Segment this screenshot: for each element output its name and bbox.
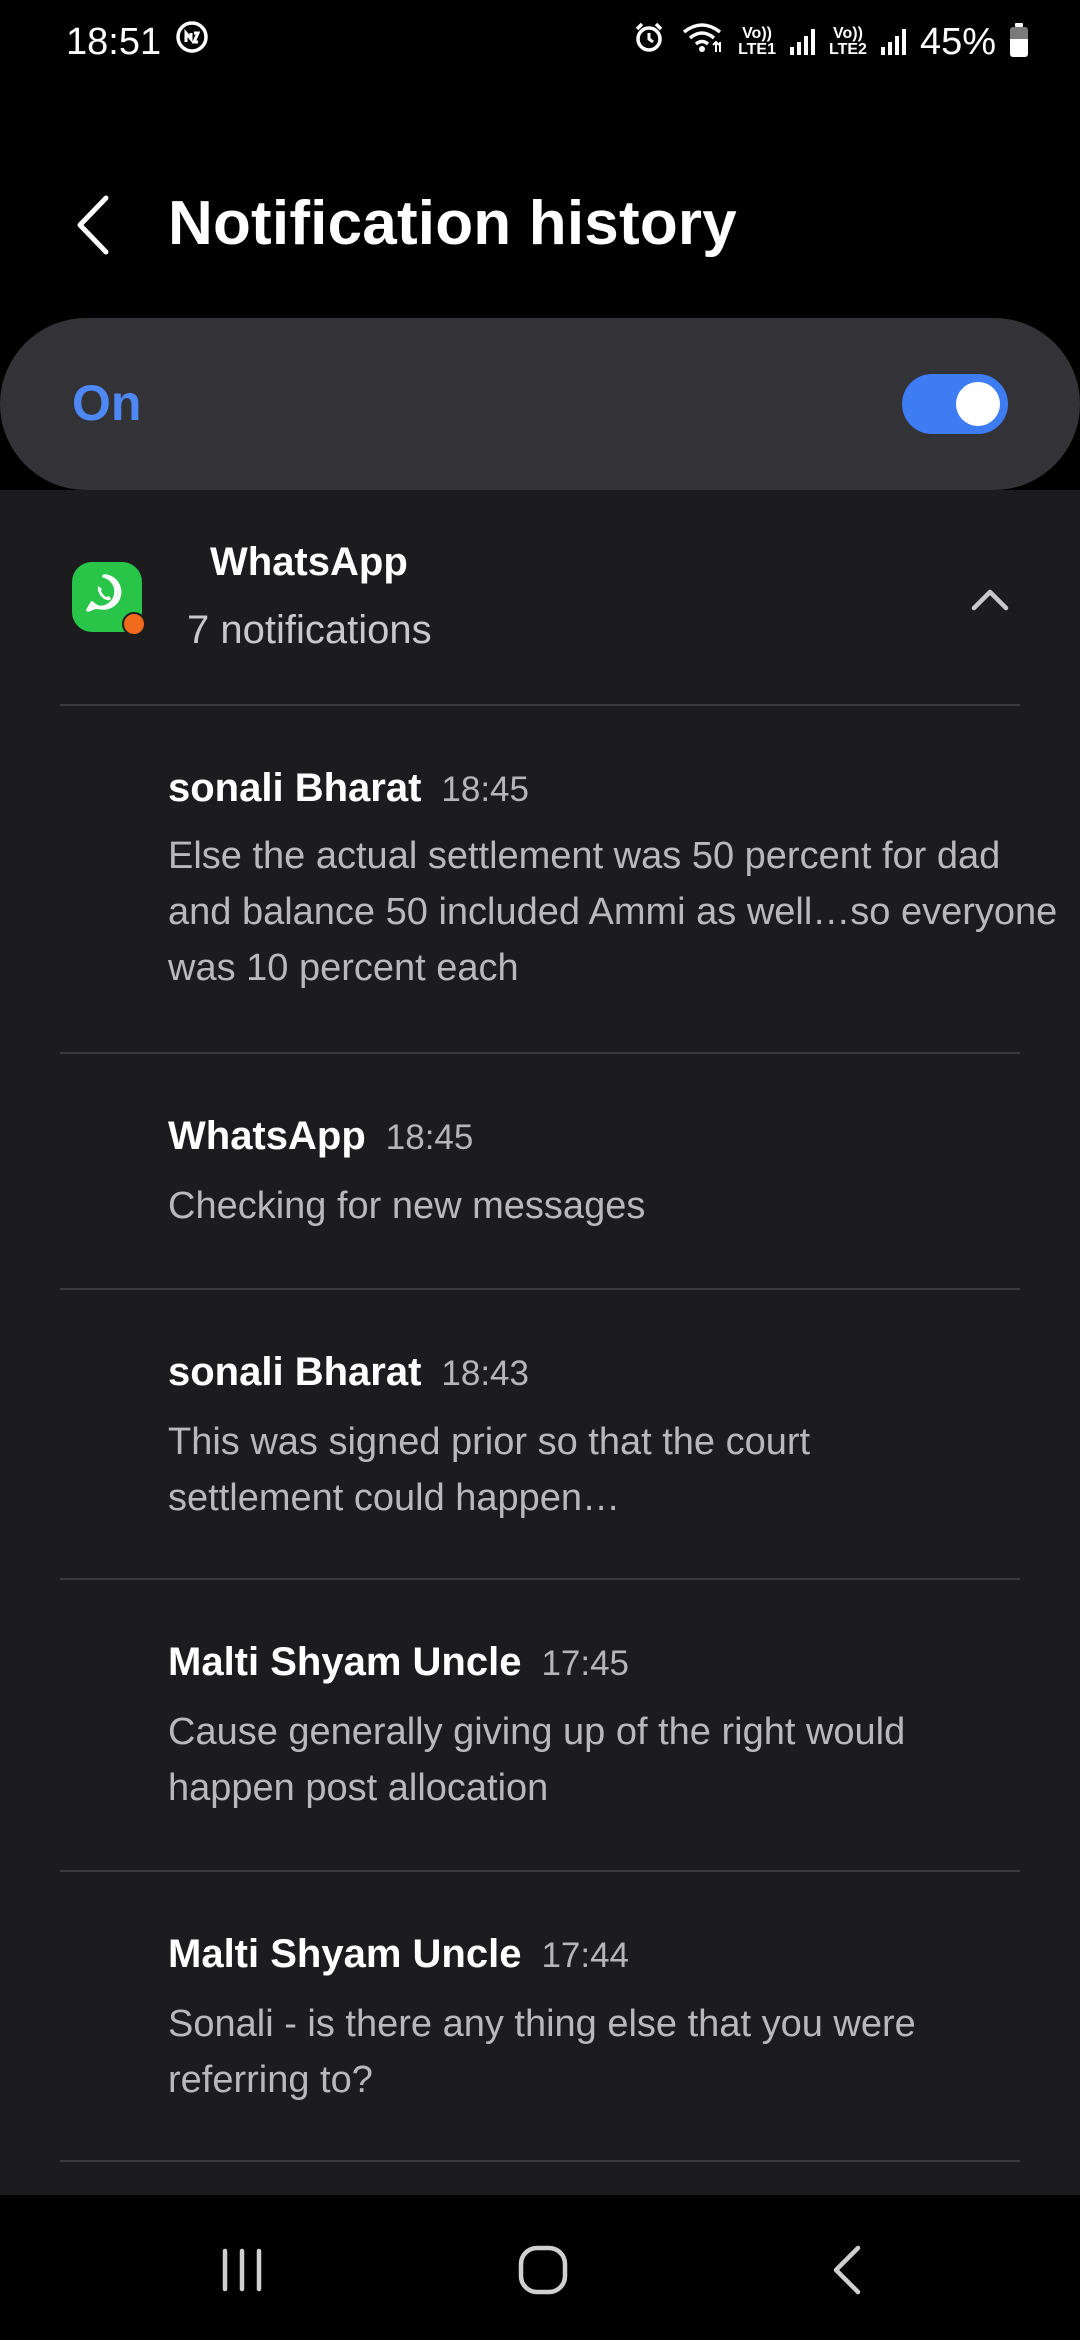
master-toggle-switch[interactable]	[902, 374, 1008, 434]
notification-body: Sonali - is there any thing else that yo…	[168, 2003, 916, 2101]
app-bar: Notification history	[0, 170, 1080, 280]
app-group-count: 7 notifications	[187, 608, 432, 652]
recents-icon	[222, 2248, 262, 2292]
status-time: 18:51	[66, 20, 162, 63]
battery-percent: 45%	[919, 20, 996, 63]
notification-sender: sonali Bharat	[168, 1350, 422, 1394]
notification-sender: Malti Shyam Uncle	[168, 1932, 522, 1976]
home-icon	[518, 2245, 568, 2295]
app-notification-icon	[175, 20, 209, 64]
status-bar: 18:51 Vo)) LTE1 Vo)) LTE2 45%	[0, 0, 1080, 84]
divider	[60, 1288, 1020, 1290]
notification-body: Checking for new messages	[168, 1185, 646, 1227]
divider	[60, 1052, 1020, 1054]
notification-sender: sonali Bharat	[168, 766, 422, 810]
lte1-vo-label: Vo))	[742, 25, 772, 42]
notification-sender: WhatsApp	[168, 1114, 366, 1158]
back-icon	[833, 2245, 861, 2295]
divider	[60, 1578, 1020, 1580]
notification-item[interactable]: sonali Bharat 18:43 This was signed prio…	[0, 1350, 1080, 1550]
notification-item[interactable]: Malti Shyam Uncle 17:44 Sonali - is ther…	[0, 1932, 1080, 2132]
notification-time: 17:44	[541, 1936, 630, 1975]
notification-sender: Malti Shyam Uncle	[168, 1640, 522, 1684]
app-group-header[interactable]: WhatsApp 7 notifications	[0, 490, 1080, 705]
signal-2-icon	[880, 29, 906, 55]
notification-item[interactable]: Malti Shyam Uncle 17:45 Cause generally …	[0, 1640, 1080, 1840]
nav-back-button[interactable]	[812, 2235, 882, 2305]
chevron-up-icon[interactable]	[968, 578, 1012, 622]
back-button[interactable]	[64, 190, 124, 260]
divider	[60, 704, 1020, 706]
notification-time: 18:43	[441, 1354, 529, 1393]
whatsapp-icon	[72, 562, 146, 636]
notification-body: Cause generally giving up of the right w…	[168, 1711, 906, 1809]
secure-folder-badge-icon	[122, 612, 146, 636]
notification-time: 18:45	[441, 770, 529, 809]
notification-time: 17:45	[541, 1644, 630, 1683]
notification-item[interactable]: WhatsApp 18:45 Checking for new messages	[0, 1114, 1080, 1254]
notification-item[interactable]: sonali Bharat 18:45 Else the actual sett…	[0, 766, 1080, 1016]
status-left: 18:51	[66, 20, 209, 64]
alarm-icon	[632, 20, 666, 64]
notification-body: This was signed prior so that the court …	[168, 1421, 811, 1519]
lte2-label: LTE2	[829, 41, 867, 58]
notification-header: sonali Bharat 18:43	[168, 1350, 529, 1395]
page-title: Notification history	[168, 189, 737, 258]
notification-history-master-switch[interactable]: On	[0, 318, 1080, 490]
app-group-name: WhatsApp	[210, 540, 408, 584]
wifi-icon	[680, 20, 724, 64]
divider	[60, 1870, 1020, 1872]
lte2-indicator: Vo)) LTE2	[829, 26, 867, 58]
notification-time: 18:45	[385, 1118, 474, 1157]
lte2-vo-label: Vo))	[833, 25, 863, 42]
home-button[interactable]	[508, 2235, 578, 2305]
signal-1-icon	[790, 29, 815, 55]
back-arrow-icon	[77, 195, 109, 255]
divider	[60, 2160, 1020, 2162]
notification-header: sonali Bharat 18:45	[168, 766, 529, 811]
notification-header: Malti Shyam Uncle 17:44	[168, 1932, 629, 1977]
battery-icon	[1010, 23, 1028, 57]
navigation-bar	[0, 2195, 1080, 2340]
notification-header: Malti Shyam Uncle 17:45	[168, 1640, 629, 1685]
master-switch-label: On	[72, 375, 142, 431]
notification-header: WhatsApp 18:45	[168, 1114, 473, 1159]
recents-button[interactable]	[207, 2235, 277, 2305]
lte1-indicator: Vo)) LTE1	[738, 26, 776, 58]
toggle-knob	[956, 382, 1000, 426]
lte1-label: LTE1	[738, 41, 776, 58]
notification-body: Else the actual settlement was 50 percen…	[168, 835, 1058, 989]
notification-list: WhatsApp 7 notifications sonali Bharat 1…	[0, 490, 1080, 2195]
status-right: Vo)) LTE1 Vo)) LTE2 45%	[632, 20, 1028, 64]
